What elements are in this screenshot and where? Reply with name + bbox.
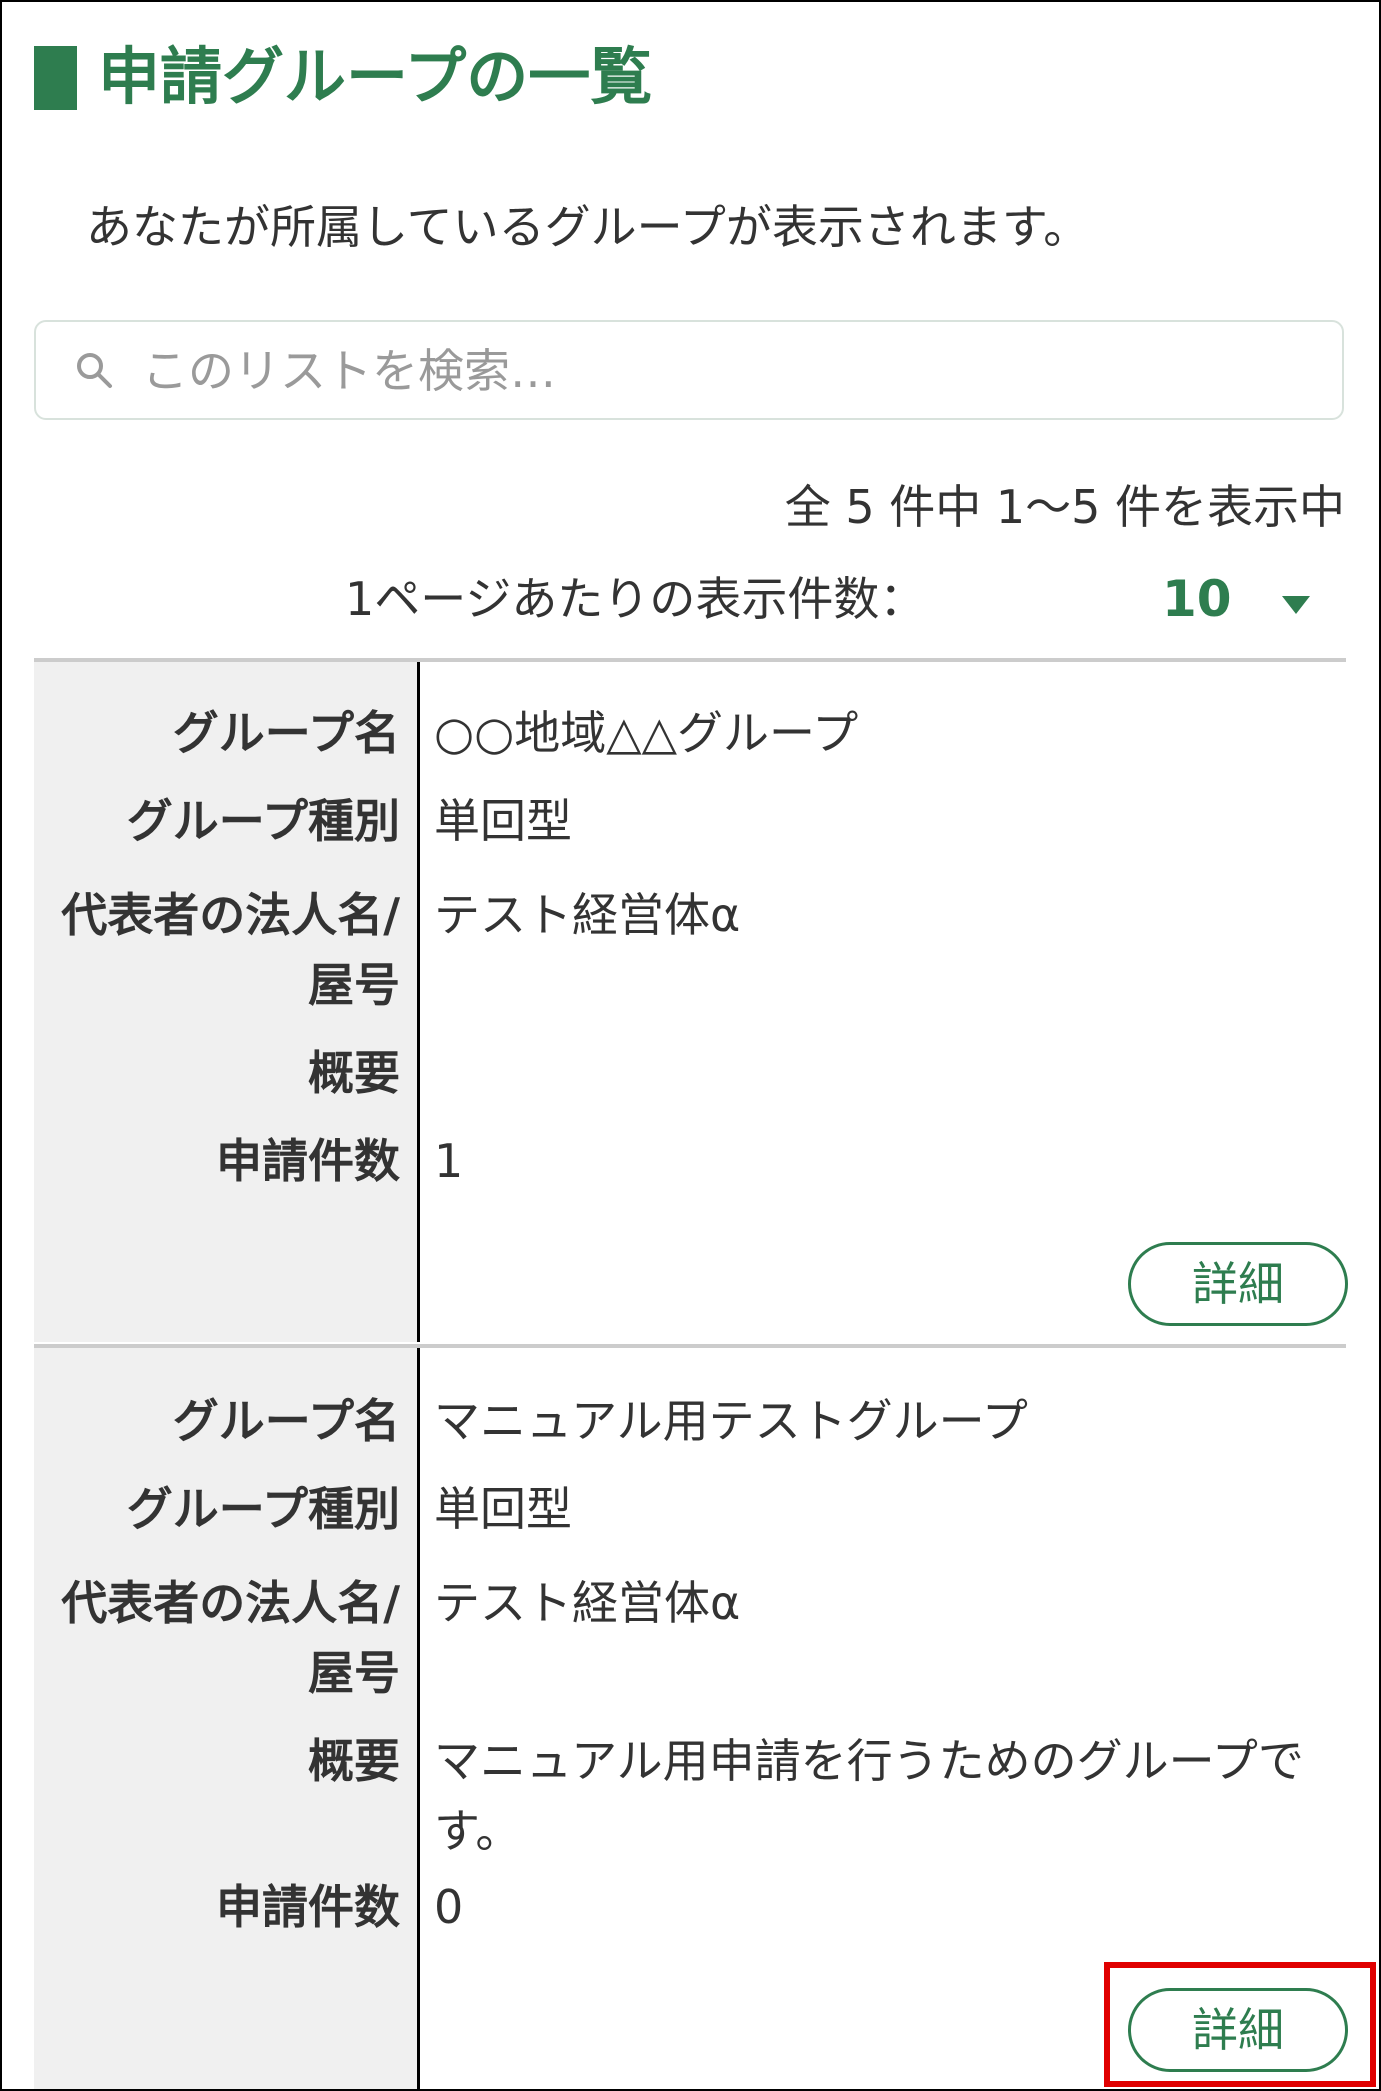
group-type-label: グループ種別	[126, 794, 400, 848]
group-type-value: 単回型	[434, 1482, 572, 1536]
group-type-label: グループ種別	[126, 1482, 400, 1536]
record-column-divider	[417, 1348, 420, 2089]
record-column-divider	[417, 662, 420, 1342]
result-summary: 全 5 件中 1～5 件を表示中	[784, 480, 1345, 534]
representative-value: テスト経営体α	[434, 1576, 741, 1630]
application-count-value: 0	[434, 1880, 464, 1934]
application-count-label: 申請件数	[216, 1880, 400, 1934]
group-name-label: グループ名	[172, 706, 400, 760]
detail-button[interactable]: 詳細	[1128, 1242, 1348, 1326]
overview-label: 概要	[308, 1046, 400, 1100]
page-title: 申請グループの一覧	[98, 40, 653, 113]
record-label-column	[34, 1348, 418, 2089]
group-list-panel: 申請グループの一覧 あなたが所属しているグループが表示されます。 全 5 件中 …	[0, 0, 1381, 2091]
group-type-value: 単回型	[434, 794, 572, 848]
title-accent-bar	[34, 46, 77, 110]
search-box[interactable]	[34, 320, 1344, 420]
chevron-down-icon	[1282, 596, 1310, 614]
per-page-value: 10	[1162, 570, 1232, 628]
per-page-label: 1ページあたりの表示件数：	[345, 572, 926, 626]
page-description: あなたが所属しているグループが表示されます。	[86, 200, 1090, 254]
representative-value: テスト経営体α	[434, 888, 741, 942]
search-icon	[77, 353, 112, 388]
group-name-value: ○○地域△△グループ	[434, 706, 859, 760]
representative-label: 代表者の法人名/屋号	[61, 888, 400, 1012]
application-count-value: 1	[434, 1134, 464, 1188]
detail-button[interactable]: 詳細	[1128, 1988, 1348, 2072]
overview-label: 概要	[308, 1734, 400, 1788]
search-input[interactable]	[142, 336, 1322, 406]
group-name-label: グループ名	[172, 1394, 400, 1448]
overview-value: マニュアル用申請を行うためのグループです。	[434, 1734, 1304, 1858]
representative-label: 代表者の法人名/屋号	[61, 1576, 400, 1700]
application-count-label: 申請件数	[216, 1134, 400, 1188]
per-page-select[interactable]: 10	[1162, 564, 1322, 634]
group-name-value: マニュアル用テストグループ	[434, 1394, 1028, 1448]
